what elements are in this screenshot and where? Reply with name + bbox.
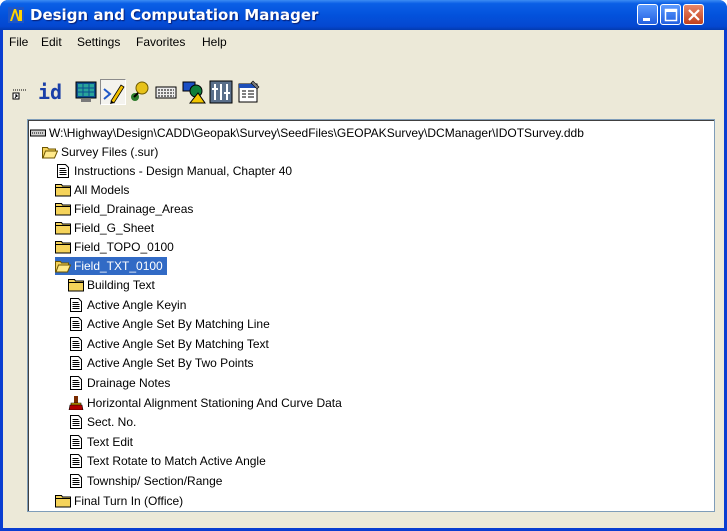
app-icon: [8, 7, 24, 23]
tree-item-selected[interactable]: Field_TXT_0100: [55, 257, 167, 275]
tree-item-label: Instructions - Design Manual, Chapter 40: [74, 164, 293, 178]
tree-item-last[interactable]: Final Turn In (Office): [55, 492, 183, 510]
tree-item-label: Township/ Section/Range: [87, 474, 223, 488]
monitor-icon: [75, 81, 97, 102]
tree-item-label: Horizontal Alignment Stationing And Curv…: [87, 395, 342, 410]
keyboard-tool[interactable]: [153, 79, 179, 105]
document-icon: [70, 336, 82, 351]
tree-item[interactable]: Field_TOPO_0100: [55, 238, 174, 256]
dcm-tree[interactable]: W:\Highway\Design\CADD\Geopak\Survey\See…: [27, 119, 715, 512]
tree-item[interactable]: All Models: [55, 181, 129, 199]
tree-item-label: Active Angle Set By Matching Text: [87, 336, 269, 351]
properties-icon: [238, 80, 260, 103]
database-icon: [30, 129, 46, 137]
sensor-key-tool[interactable]: [9, 79, 35, 105]
document-icon: [70, 454, 82, 469]
folder-icon: [55, 203, 71, 216]
menu-favorites[interactable]: Favorites: [136, 35, 185, 49]
tree-item-label: Active Angle Set By Two Points: [87, 356, 254, 371]
keyboard-icon: [155, 86, 177, 99]
tree-item[interactable]: Instructions - Design Manual, Chapter 40: [55, 162, 292, 180]
menu-file[interactable]: File: [9, 35, 28, 49]
tree-root[interactable]: W:\Highway\Design\CADD\Geopak\Survey\See…: [30, 124, 584, 142]
pencil-draw-tool[interactable]: [100, 79, 126, 105]
document-icon: [70, 434, 82, 449]
tree-item-label: Drainage Notes: [87, 376, 171, 390]
menu-edit[interactable]: Edit: [41, 35, 62, 49]
tree-item-label: Field_TOPO_0100: [74, 240, 174, 254]
shapes-tool[interactable]: [181, 79, 207, 105]
tree-item[interactable]: Drainage Notes: [68, 374, 170, 392]
monitor-tool[interactable]: [73, 79, 99, 105]
tree-item-label: All Models: [74, 183, 130, 197]
folder-icon: [68, 279, 84, 292]
close-icon: [688, 9, 700, 21]
folder-icon: [55, 184, 71, 197]
tree-item[interactable]: Field_Drainage_Areas: [55, 200, 193, 218]
close-button[interactable]: [683, 4, 704, 25]
split-icon: [209, 80, 233, 104]
tree-category[interactable]: Survey Files (.sur): [42, 143, 158, 161]
pencil-draw-icon: [103, 84, 125, 104]
document-icon: [70, 317, 82, 332]
tree-item-label: Building Text: [87, 278, 155, 292]
tree-item-label: Text Rotate to Match Active Angle: [87, 454, 266, 469]
folder-icon: [55, 241, 71, 254]
window-title: Design and Computation Manager: [30, 6, 319, 24]
properties-tool[interactable]: [236, 79, 262, 105]
tree-item[interactable]: Township/ Section/Range: [68, 472, 222, 490]
query-icon: [131, 81, 149, 101]
minimize-icon: [643, 18, 650, 21]
title-bar[interactable]: Design and Computation Manager: [0, 0, 727, 30]
tree-item[interactable]: Active Angle Set By Two Points: [68, 354, 254, 372]
folder-icon: [55, 222, 71, 235]
document-icon: [70, 415, 82, 430]
tree-item[interactable]: Field_G_Sheet: [55, 219, 154, 237]
tree-item-label: Sect. No.: [87, 415, 137, 430]
tree-item-label: Field_Drainage_Areas: [74, 202, 194, 216]
tree-item-label: Field_TXT_0100: [74, 259, 163, 273]
toolbar: id: [3, 57, 724, 119]
menu-settings[interactable]: Settings: [77, 35, 120, 49]
id-tool[interactable]: id: [36, 79, 66, 105]
document-icon: [70, 474, 82, 488]
root-path: W:\Highway\Design\CADD\Geopak\Survey\See…: [49, 126, 584, 140]
sensor-key-icon: [12, 89, 27, 100]
tree-item-label: Active Angle Set By Matching Line: [87, 317, 270, 332]
query-tool[interactable]: [127, 79, 153, 105]
brush-icon: [68, 395, 84, 410]
folder-open-icon: [55, 261, 71, 273]
tree-item[interactable]: Sect. No.: [68, 413, 136, 431]
menu-bar: File Edit Settings Favorites Help: [3, 31, 724, 53]
tree-item-label: Final Turn In (Office): [74, 494, 184, 508]
tree-item-label: Field_G_Sheet: [74, 221, 155, 235]
tree-item-label: Text Edit: [87, 434, 134, 449]
menu-help[interactable]: Help: [202, 35, 227, 49]
tree-item[interactable]: Building Text: [68, 276, 155, 294]
folder-icon: [55, 495, 71, 508]
id-icon: id: [38, 80, 63, 104]
tree-item[interactable]: Text Edit: [68, 433, 133, 451]
folder-open-icon: [42, 147, 58, 159]
shapes-icon: [182, 81, 206, 104]
document-icon: [70, 376, 82, 390]
maximize-icon: [664, 8, 678, 22]
status-bar: [3, 516, 724, 531]
tree-item[interactable]: Active Angle Set By Matching Line: [68, 315, 270, 333]
tree-item-label: Active Angle Keyin: [87, 297, 187, 312]
document-icon: [70, 297, 82, 312]
tree-item[interactable]: Text Rotate to Match Active Angle: [68, 452, 266, 470]
document-icon: [70, 356, 82, 371]
document-icon: [57, 164, 69, 178]
tree-item[interactable]: Horizontal Alignment Stationing And Curv…: [68, 394, 342, 412]
minimize-button[interactable]: [637, 4, 658, 25]
maximize-button[interactable]: [660, 4, 681, 25]
tree-item[interactable]: Active Angle Set By Matching Text: [68, 335, 269, 353]
tree-item[interactable]: Active Angle Keyin: [68, 296, 186, 314]
category-label: Survey Files (.sur): [61, 145, 159, 159]
dcm-window: Design and Computation Manager File Edit…: [0, 0, 727, 531]
split-tool[interactable]: [208, 79, 234, 105]
